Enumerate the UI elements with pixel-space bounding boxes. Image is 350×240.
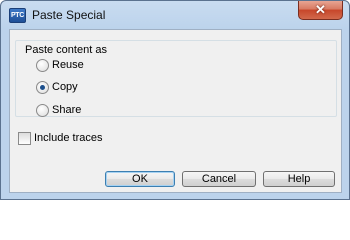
include-traces-label: Include traces bbox=[34, 132, 103, 144]
include-traces-checkbox[interactable] bbox=[18, 132, 31, 145]
radio-label-share: Share bbox=[52, 104, 82, 116]
radio-button-selected[interactable] bbox=[36, 81, 49, 94]
dialog-window: PTC Paste Special ✕ Paste content as Reu… bbox=[0, 0, 350, 200]
dialog-body: Paste content as Reuse Copy Share Includ… bbox=[9, 29, 342, 193]
radio-button[interactable] bbox=[36, 104, 49, 117]
close-icon: ✕ bbox=[315, 2, 326, 17]
window-title: Paste Special bbox=[32, 8, 106, 22]
paste-content-group: Paste content as Reuse Copy Share bbox=[15, 40, 337, 117]
cancel-button[interactable]: Cancel bbox=[182, 171, 256, 187]
title-bar[interactable]: PTC Paste Special ✕ bbox=[1, 1, 349, 28]
group-label: Paste content as bbox=[24, 44, 108, 57]
radio-label-copy: Copy bbox=[52, 81, 78, 93]
help-button[interactable]: Help bbox=[263, 171, 335, 187]
radio-button[interactable] bbox=[36, 59, 49, 72]
radio-label-reuse: Reuse bbox=[52, 59, 84, 71]
close-button[interactable]: ✕ bbox=[298, 1, 343, 20]
ptc-app-icon: PTC bbox=[9, 8, 26, 23]
ok-button[interactable]: OK bbox=[105, 171, 175, 187]
